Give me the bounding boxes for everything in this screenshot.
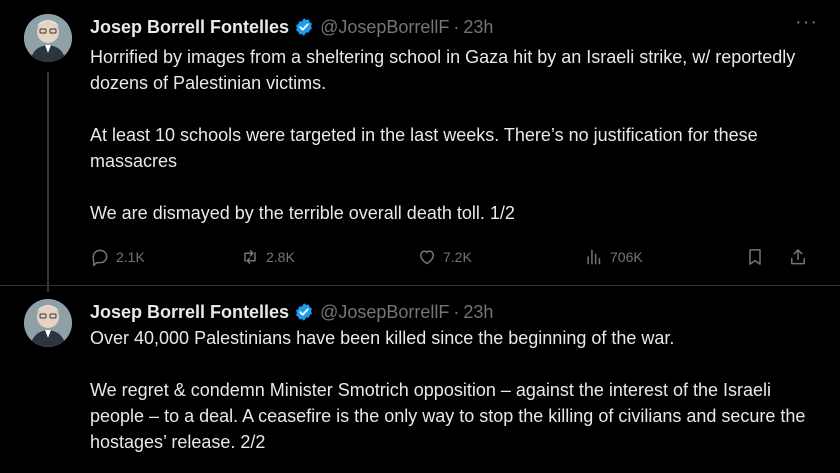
reply-button[interactable]: 2.1K bbox=[90, 244, 145, 270]
author-name[interactable]: Josep Borrell Fontelles bbox=[90, 302, 289, 323]
reply-icon bbox=[92, 249, 108, 267]
tweet-paragraph: Horrified by images from a sheltering sc… bbox=[90, 47, 796, 93]
tweet-1[interactable]: Josep Borrell Fontelles @JosepBorrellF ·… bbox=[0, 0, 840, 285]
tweet-text: Over 40,000 Palestinians have been kille… bbox=[90, 325, 820, 455]
timestamp[interactable]: 23h bbox=[463, 17, 493, 38]
share-icon bbox=[791, 249, 805, 265]
repost-icon bbox=[244, 250, 256, 264]
separator-dot: · bbox=[453, 16, 460, 37]
repost-button[interactable]: 2.8K bbox=[240, 244, 295, 270]
tweet-actions: 2.1K 2.8K 7.2K 706K bbox=[90, 244, 820, 270]
tweet-header: Josep Borrell Fontelles @JosepBorrellF ·… bbox=[90, 14, 493, 40]
timestamp[interactable]: 23h bbox=[463, 302, 493, 323]
bookmark-button[interactable] bbox=[745, 244, 765, 270]
share-button[interactable] bbox=[788, 244, 808, 270]
tweet-paragraph: At least 10 schools were targeted in the… bbox=[90, 125, 758, 171]
separator-dot: · bbox=[453, 301, 460, 322]
avatar[interactable] bbox=[24, 14, 72, 62]
tweet-paragraph: We are dismayed by the terrible overall … bbox=[90, 203, 515, 223]
author-handle[interactable]: @JosepBorrellF bbox=[320, 17, 449, 38]
more-icon[interactable]: ··· bbox=[795, 12, 818, 32]
views-icon bbox=[587, 249, 601, 265]
like-count: 7.2K bbox=[443, 249, 472, 265]
author-name[interactable]: Josep Borrell Fontelles bbox=[90, 17, 289, 38]
repost-count: 2.8K bbox=[266, 249, 295, 265]
like-button[interactable]: 7.2K bbox=[417, 244, 472, 270]
avatar[interactable] bbox=[24, 299, 72, 347]
tweet-header: Josep Borrell Fontelles @JosepBorrellF ·… bbox=[90, 299, 493, 325]
verified-badge-icon bbox=[294, 302, 314, 322]
tweet-2[interactable]: Josep Borrell Fontelles @JosepBorrellF ·… bbox=[0, 285, 840, 473]
tweet-paragraph: We regret & condemn Minister Smotrich op… bbox=[90, 380, 806, 452]
like-icon bbox=[420, 250, 434, 265]
reply-count: 2.1K bbox=[116, 249, 145, 265]
views-count: 706K bbox=[610, 249, 643, 265]
verified-badge-icon bbox=[294, 17, 314, 37]
views-button[interactable]: 706K bbox=[584, 244, 643, 270]
tweet-paragraph: Over 40,000 Palestinians have been kille… bbox=[90, 328, 675, 348]
tweet-text: Horrified by images from a sheltering sc… bbox=[90, 44, 820, 226]
bookmark-icon bbox=[749, 249, 761, 265]
author-handle[interactable]: @JosepBorrellF bbox=[320, 302, 449, 323]
